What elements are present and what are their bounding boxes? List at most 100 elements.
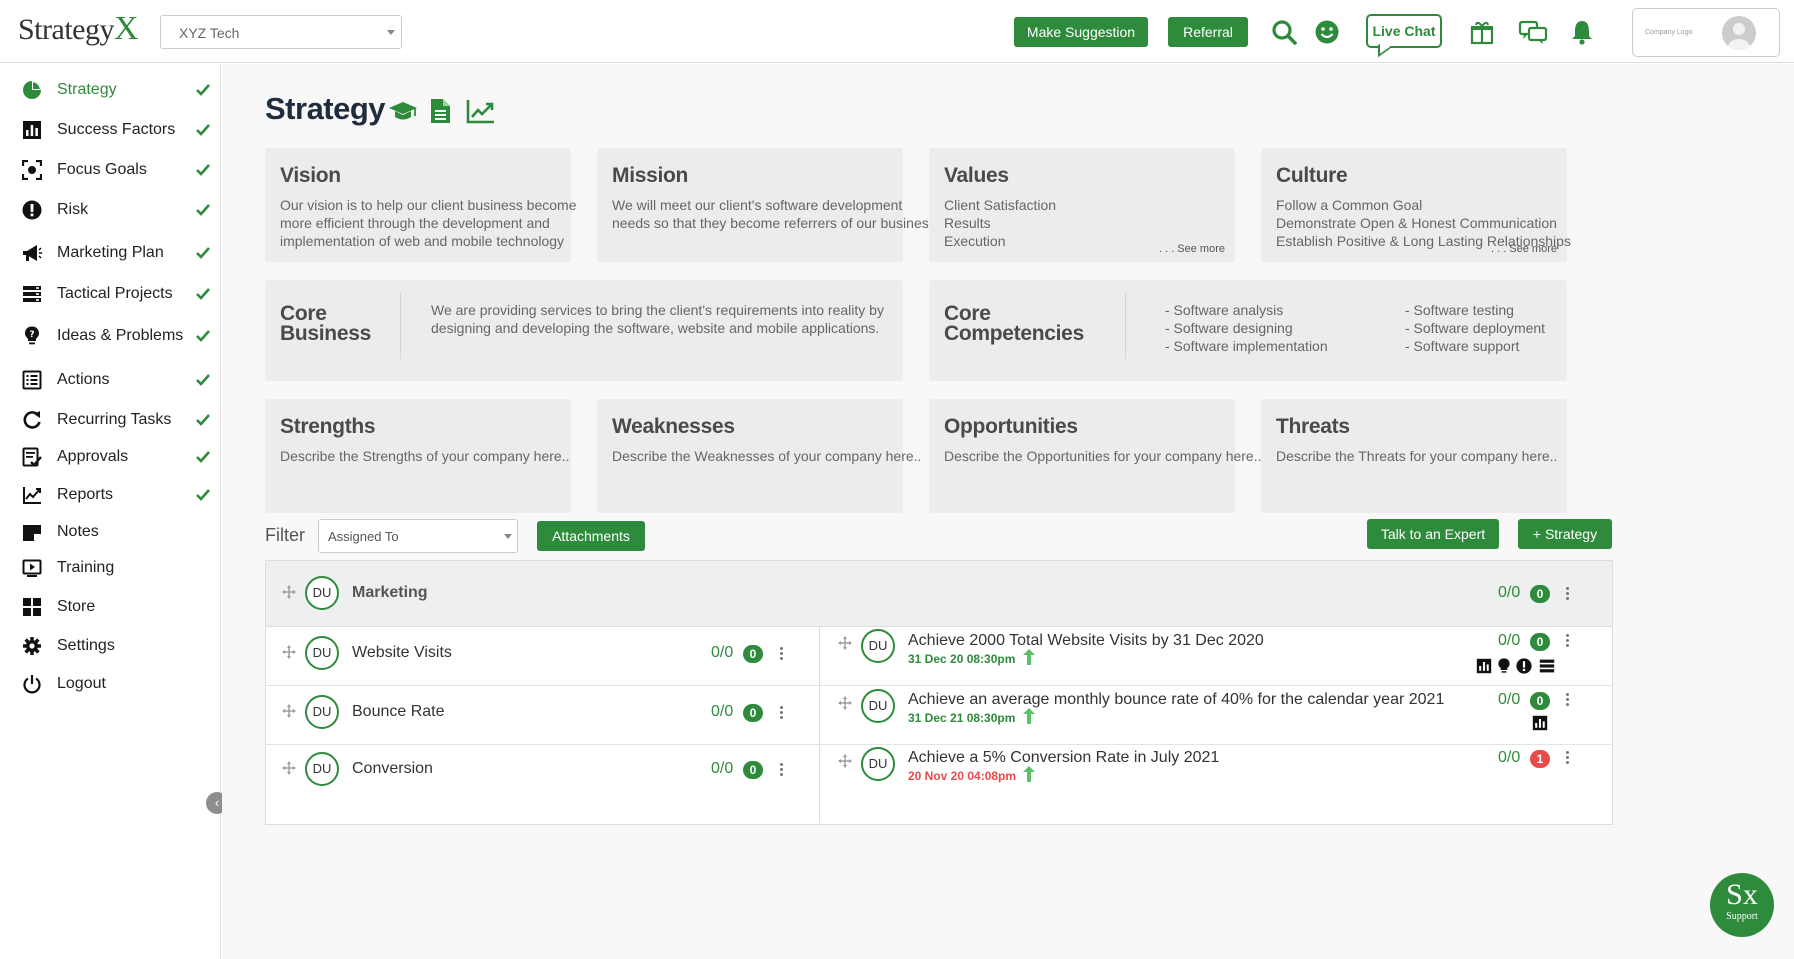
sidebar-item-ideas-problems[interactable]: ? Ideas & Problems bbox=[0, 320, 221, 352]
more-options-icon[interactable] bbox=[780, 647, 784, 661]
culture-card[interactable]: Culture Follow a Common Goal Demonstrate… bbox=[1261, 148, 1571, 262]
drag-handle-icon[interactable] bbox=[282, 761, 296, 775]
sidebar-item-success-factors[interactable]: Success Factors bbox=[0, 114, 221, 146]
chat-bubbles-icon[interactable] bbox=[1518, 18, 1548, 46]
values-card[interactable]: Values Client Satisfaction Results Execu… bbox=[929, 148, 1235, 262]
weaknesses-card[interactable]: Weaknesses Describe the Weaknesses of yo… bbox=[597, 399, 921, 513]
support-chat-button[interactable]: Sx Support bbox=[1710, 873, 1774, 937]
gift-icon[interactable] bbox=[1468, 18, 1496, 46]
check-icon bbox=[196, 164, 210, 176]
server-icon bbox=[23, 286, 41, 302]
core-business-card[interactable]: Core Business We are providing services t… bbox=[265, 280, 903, 381]
server-icon[interactable] bbox=[1537, 658, 1557, 674]
success-factor-name[interactable]: Website Visits bbox=[352, 644, 452, 662]
see-more-link[interactable]: . . . See more bbox=[1491, 243, 1557, 255]
live-chat-button[interactable]: Live Chat bbox=[1366, 14, 1442, 48]
divider bbox=[400, 293, 401, 359]
drag-handle-icon[interactable] bbox=[838, 636, 852, 650]
search-icon[interactable] bbox=[1270, 18, 1298, 46]
progress-ratio: 0/0 bbox=[711, 703, 734, 720]
check-icon bbox=[196, 330, 210, 342]
attachments-button[interactable]: Attachments bbox=[537, 521, 645, 551]
talk-to-expert-button[interactable]: Talk to an Expert bbox=[1367, 519, 1499, 549]
graduation-cap-icon[interactable] bbox=[388, 97, 418, 125]
support-logo: Sx bbox=[1726, 878, 1758, 911]
drag-handle-icon[interactable] bbox=[282, 704, 296, 718]
group-header-row[interactable]: DU Marketing 0/0 0 bbox=[266, 561, 1612, 627]
app-logo[interactable]: StrategyX bbox=[18, 10, 139, 48]
more-options-icon[interactable] bbox=[780, 763, 784, 777]
opportunities-card[interactable]: Opportunities Describe the Opportunities… bbox=[929, 399, 1262, 513]
threats-card[interactable]: Threats Describe the Threats for your co… bbox=[1261, 399, 1567, 513]
sidebar-item-focus-goals[interactable]: Focus Goals bbox=[0, 154, 221, 186]
mission-card[interactable]: Mission We will meet our client's softwa… bbox=[597, 148, 940, 262]
goal-title[interactable]: Achieve 2000 Total Website Visits by 31 … bbox=[908, 632, 1264, 650]
user-profile-menu[interactable]: Company Logo bbox=[1632, 8, 1780, 57]
progress-ratio: 0/0 bbox=[1498, 632, 1521, 649]
more-options-icon[interactable] bbox=[1566, 587, 1570, 601]
sidebar-item-strategy[interactable]: Strategy bbox=[0, 74, 221, 106]
more-options-icon[interactable] bbox=[1566, 634, 1570, 648]
question-bulb-icon[interactable] bbox=[1496, 658, 1512, 674]
sidebar-item-recurring-tasks[interactable]: Recurring Tasks bbox=[0, 404, 221, 436]
sidebar-item-label: Training bbox=[57, 559, 115, 576]
gear-icon bbox=[23, 637, 41, 655]
target-icon bbox=[22, 160, 42, 180]
check-icon bbox=[196, 374, 210, 386]
grid-icon bbox=[23, 598, 41, 616]
sidebar-item-reports[interactable]: Reports bbox=[0, 479, 221, 511]
trend-chart-icon[interactable] bbox=[466, 97, 496, 125]
success-factor-name[interactable]: Conversion bbox=[352, 760, 433, 778]
goal-title[interactable]: Achieve an average monthly bounce rate o… bbox=[908, 691, 1444, 709]
assignee-avatar: DU bbox=[305, 752, 339, 786]
sidebar-item-approvals[interactable]: Approvals bbox=[0, 441, 221, 473]
success-factor-name[interactable]: Bounce Rate bbox=[352, 703, 445, 721]
strengths-card[interactable]: Strengths Describe the Strengths of your… bbox=[265, 399, 571, 513]
sidebar-item-settings[interactable]: Settings bbox=[0, 630, 221, 662]
goal-due-date: 31 Dec 21 08:30pm bbox=[908, 711, 1016, 725]
goal-title[interactable]: Achieve a 5% Conversion Rate in July 202… bbox=[908, 749, 1219, 767]
add-strategy-button[interactable]: + Strategy bbox=[1518, 519, 1612, 549]
sidebar-item-notes[interactable]: Notes bbox=[0, 516, 221, 548]
sidebar-item-label: Success Factors bbox=[57, 121, 176, 138]
bar-chart-icon[interactable] bbox=[1476, 658, 1492, 674]
referral-button[interactable]: Referral bbox=[1168, 17, 1248, 47]
card-text: We are providing services to bring the c… bbox=[431, 302, 884, 318]
sidebar-item-logout[interactable]: Logout bbox=[0, 668, 221, 700]
sidebar-item-store[interactable]: Store bbox=[0, 591, 221, 623]
assigned-to-select[interactable]: Assigned To bbox=[318, 519, 518, 553]
sidebar-item-actions[interactable]: Actions bbox=[0, 364, 221, 396]
progress-ratio: 0/0 bbox=[711, 760, 734, 777]
sidebar-item-marketing-plan[interactable]: Marketing Plan bbox=[0, 237, 221, 269]
sidebar-item-training[interactable]: Training bbox=[0, 552, 221, 584]
document-icon[interactable] bbox=[428, 97, 454, 125]
make-suggestion-button[interactable]: Make Suggestion bbox=[1014, 17, 1148, 47]
more-options-icon[interactable] bbox=[1566, 751, 1570, 765]
vision-card[interactable]: Vision Our vision is to help our client … bbox=[265, 148, 576, 262]
bar-chart-icon[interactable] bbox=[1532, 715, 1548, 731]
smiley-icon[interactable] bbox=[1313, 18, 1341, 46]
sidebar-item-risk[interactable]: Risk bbox=[0, 194, 221, 226]
alert-icon[interactable] bbox=[1516, 658, 1532, 674]
group-name[interactable]: Marketing bbox=[352, 584, 428, 602]
drag-handle-icon[interactable] bbox=[838, 696, 852, 710]
check-icon bbox=[196, 247, 210, 259]
card-text: - Software testing bbox=[1405, 302, 1514, 318]
card-text: Describe the Opportunities for your comp… bbox=[944, 448, 1262, 464]
line-chart-icon bbox=[23, 487, 41, 504]
card-title: Core Business bbox=[280, 302, 371, 345]
more-options-icon[interactable] bbox=[1566, 693, 1570, 707]
question-bulb-icon: ? bbox=[25, 326, 39, 345]
bell-icon[interactable] bbox=[1568, 18, 1596, 46]
avatar[interactable] bbox=[1722, 16, 1756, 50]
count-badge: 0 bbox=[1530, 692, 1550, 710]
drag-handle-icon[interactable] bbox=[838, 754, 852, 768]
core-competencies-card[interactable]: Core Competencies - Software analysis - S… bbox=[929, 280, 1567, 381]
company-select[interactable]: XYZ Tech bbox=[160, 15, 402, 49]
drag-handle-icon[interactable] bbox=[282, 585, 296, 599]
check-icon bbox=[196, 489, 210, 501]
see-more-link[interactable]: . . . See more bbox=[1159, 243, 1225, 255]
more-options-icon[interactable] bbox=[780, 706, 784, 720]
sidebar-item-tactical-projects[interactable]: Tactical Projects bbox=[0, 278, 221, 310]
drag-handle-icon[interactable] bbox=[282, 645, 296, 659]
